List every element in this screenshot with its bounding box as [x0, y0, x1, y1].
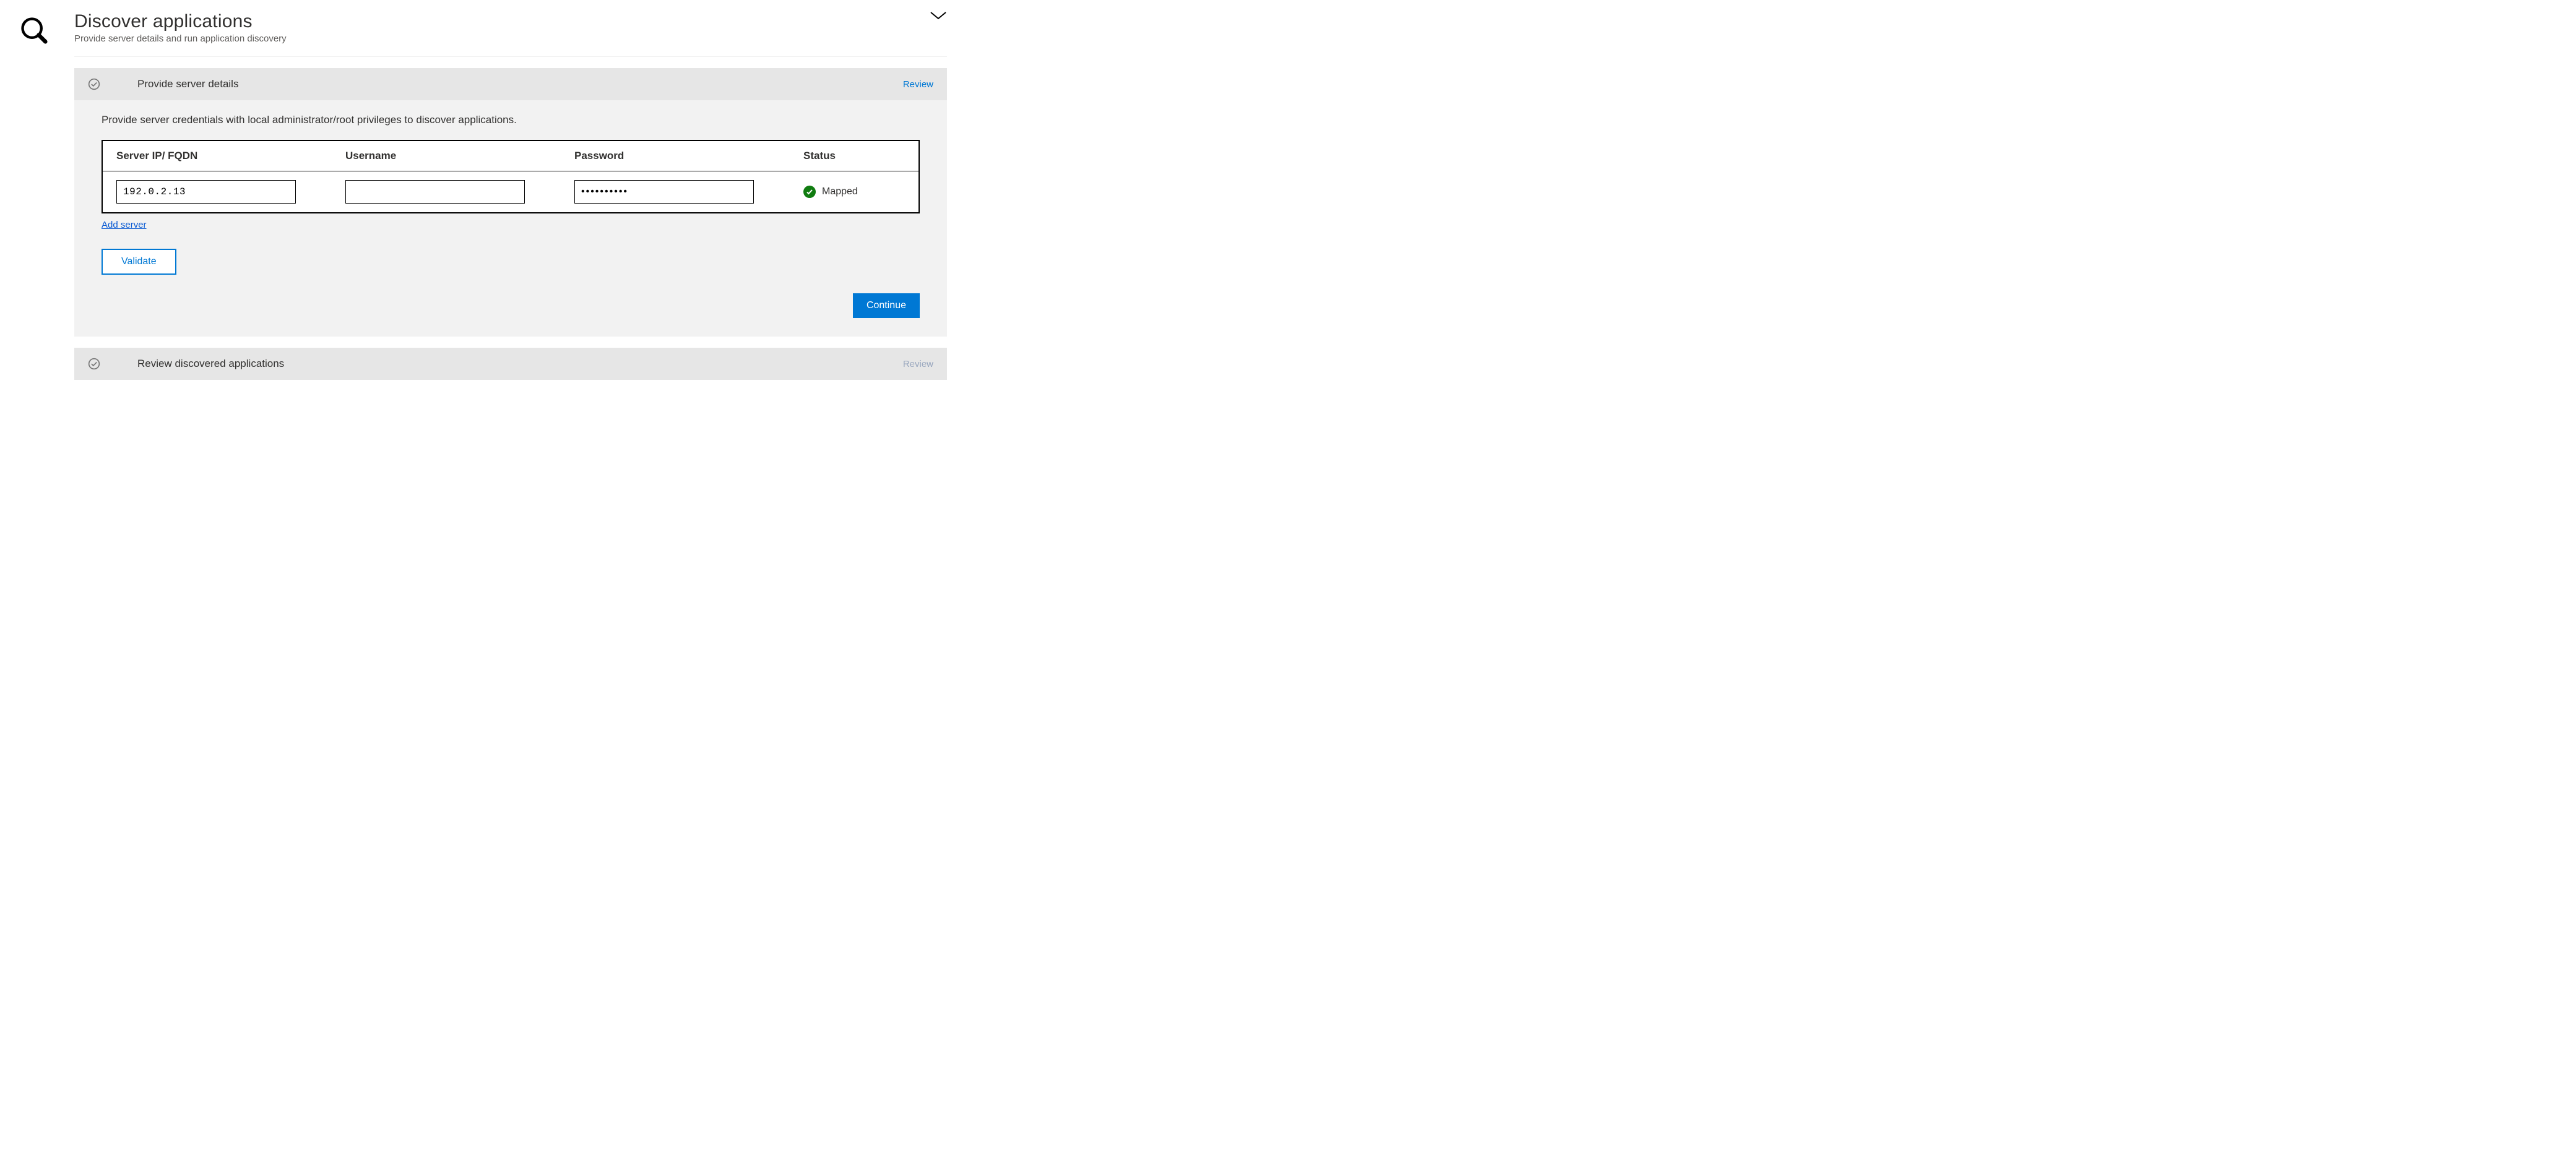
- chevron-down-icon[interactable]: [930, 11, 947, 24]
- section-description: Provide server credentials with local ad…: [102, 114, 920, 126]
- col-header-user: Username: [345, 150, 525, 162]
- section-title: Provide server details: [137, 78, 866, 90]
- section-title: Review discovered applications: [137, 358, 866, 370]
- password-input[interactable]: [574, 180, 754, 204]
- col-header-ip: Server IP/ FQDN: [116, 150, 296, 162]
- continue-button[interactable]: Continue: [853, 293, 920, 318]
- col-header-status: Status: [803, 150, 905, 162]
- review-link[interactable]: Review: [903, 79, 933, 90]
- server-ip-input[interactable]: [116, 180, 296, 204]
- status-success-icon: [803, 186, 816, 198]
- page-title: Discover applications: [74, 11, 287, 32]
- server-table: Server IP/ FQDN Username Password Status: [102, 140, 920, 213]
- username-input[interactable]: [345, 180, 525, 204]
- check-circle-icon: [88, 358, 100, 370]
- page-subtitle: Provide server details and run applicati…: [74, 33, 287, 44]
- review-link[interactable]: Review: [903, 359, 933, 369]
- section-provide-server-details[interactable]: Provide server details Review: [74, 68, 947, 100]
- check-circle-icon: [88, 78, 100, 90]
- table-row: Mapped: [103, 171, 918, 212]
- col-header-pass: Password: [574, 150, 754, 162]
- add-server-link[interactable]: Add server: [102, 220, 147, 230]
- status-text: Mapped: [822, 186, 858, 197]
- section-review-discovered-apps[interactable]: Review discovered applications Review: [74, 348, 947, 380]
- table-header-row: Server IP/ FQDN Username Password Status: [103, 141, 918, 171]
- validate-button[interactable]: Validate: [102, 249, 176, 275]
- search-icon: [19, 39, 51, 49]
